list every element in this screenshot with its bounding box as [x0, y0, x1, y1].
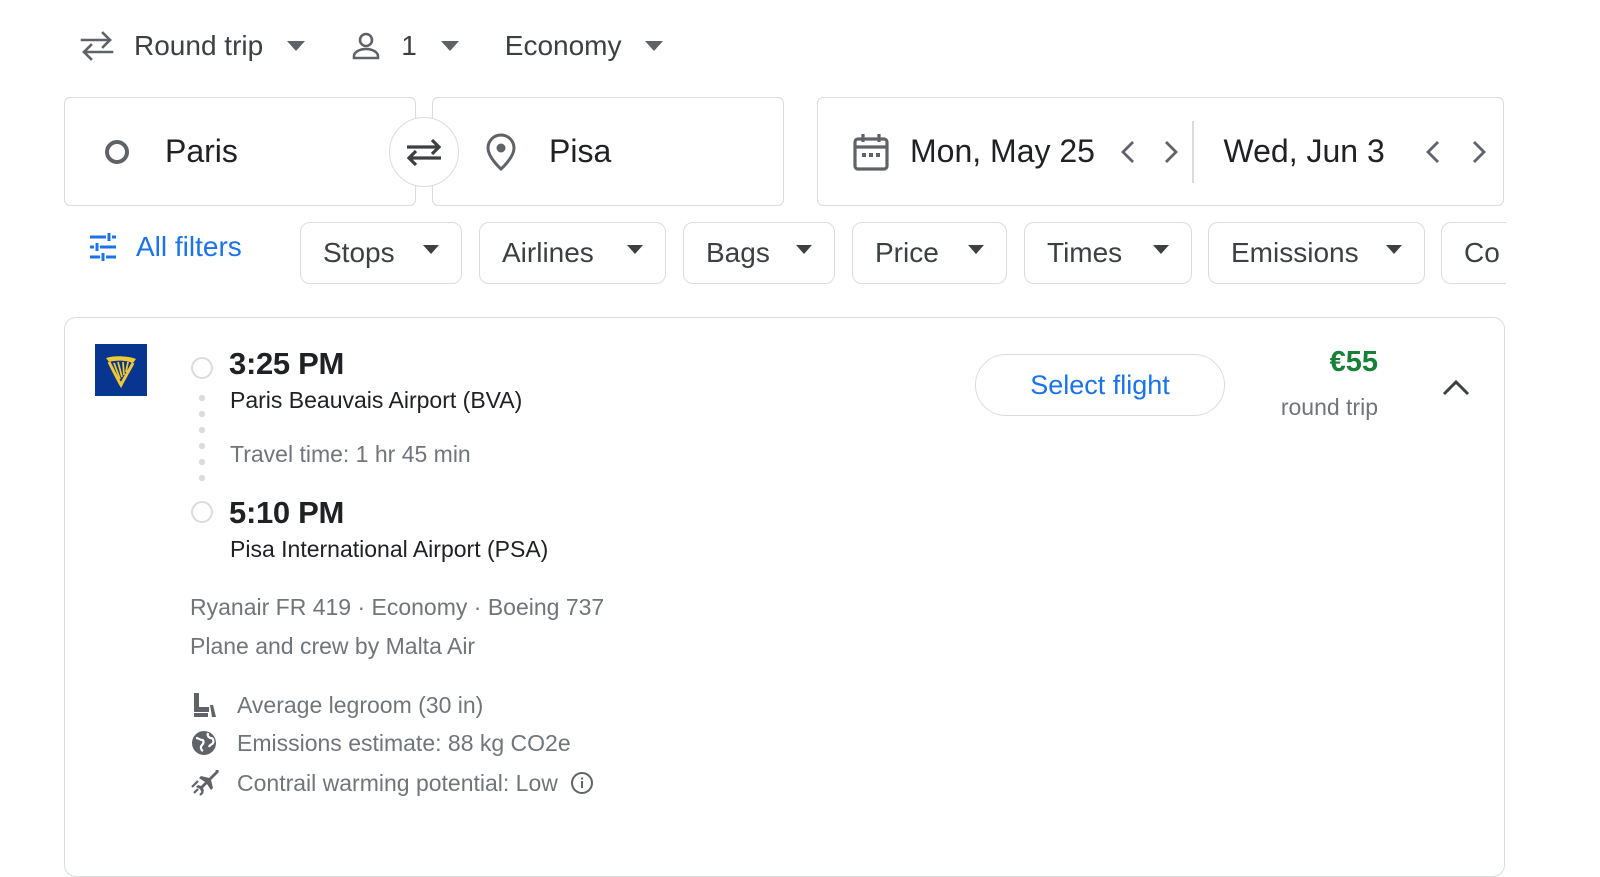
- destination-field[interactable]: Pisa: [432, 97, 784, 206]
- trip-options-row: Round trip 1 Economy: [80, 24, 709, 68]
- timeline-line: [199, 390, 205, 490]
- filter-chip-label: Airlines: [502, 237, 594, 268]
- filter-chip-airlines[interactable]: Airlines: [479, 222, 666, 284]
- depart-date-value: Mon, May 25: [910, 133, 1095, 169]
- arrival-airport: Pisa International Airport (PSA): [230, 536, 549, 562]
- passenger-count: 1: [401, 30, 417, 61]
- tune-sliders-icon: [88, 233, 118, 261]
- all-filters-label: All filters: [136, 231, 242, 262]
- filter-chip-label: Price: [875, 237, 939, 268]
- origin-field[interactable]: Paris: [64, 97, 416, 206]
- travel-time: Travel time: 1 hr 45 min: [230, 441, 471, 467]
- amenity-text: Contrail warming potential: Low: [237, 769, 558, 796]
- filter-chip-connecting[interactable]: Co: [1441, 222, 1506, 284]
- filter-chip-times[interactable]: Times: [1024, 222, 1192, 284]
- return-prev-day-button[interactable]: [1410, 140, 1456, 164]
- trip-type-label: Round trip: [134, 30, 264, 61]
- filter-chip-label: Times: [1047, 237, 1123, 268]
- price: €55: [1329, 346, 1378, 378]
- filter-chip-bags[interactable]: Bags: [683, 222, 835, 284]
- legroom-seat-icon: [190, 691, 222, 719]
- amenity-contrail: Contrail warming potential: Low: [190, 769, 594, 797]
- departure-time: 3:25 PM: [229, 346, 345, 381]
- destination-value: Pisa: [549, 133, 612, 169]
- swap-arrows-icon: [80, 31, 114, 61]
- caret-down-icon: [287, 41, 306, 51]
- caret-down-icon: [423, 245, 439, 254]
- amenity-emissions: Emissions estimate: 88 kg CO2e: [190, 729, 571, 757]
- filter-chip-price[interactable]: Price: [852, 222, 1007, 284]
- departure-airport: Paris Beauvais Airport (BVA): [230, 387, 523, 413]
- amenity-text: Emissions estimate: 88 kg CO2e: [237, 729, 571, 756]
- filter-chip-label: Co: [1464, 237, 1500, 268]
- passengers-dropdown[interactable]: 1: [351, 24, 459, 68]
- operator-note: Plane and crew by Malta Air: [190, 633, 476, 659]
- caret-down-icon: [796, 245, 812, 254]
- filter-chip-emissions[interactable]: Emissions: [1208, 222, 1425, 284]
- return-date-field[interactable]: Wed, Jun 3: [1194, 98, 1504, 205]
- cabin-class-dropdown[interactable]: Economy: [505, 24, 664, 68]
- all-filters-button[interactable]: All filters: [88, 231, 242, 263]
- swap-locations-button[interactable]: [389, 117, 459, 187]
- return-next-day-button[interactable]: [1456, 140, 1502, 164]
- origin-circle-icon: [103, 138, 131, 166]
- ryanair-harp-icon: [95, 344, 147, 396]
- arrival-time: 5:10 PM: [229, 495, 345, 530]
- swap-arrows-icon: [403, 136, 445, 168]
- filter-chip-stops[interactable]: Stops: [300, 222, 462, 284]
- amenity-text: Average legroom (30 in): [237, 691, 484, 718]
- info-icon[interactable]: [570, 771, 594, 795]
- caret-down-icon: [1153, 245, 1169, 254]
- calendar-icon: [852, 132, 890, 172]
- filter-chip-label: Bags: [706, 237, 770, 268]
- caret-down-icon: [1386, 245, 1402, 254]
- departure-dot: [191, 357, 213, 379]
- cabin-class-label: Economy: [504, 30, 622, 61]
- person-icon: [351, 31, 381, 61]
- caret-down-icon: [627, 245, 643, 254]
- filters-row: All filters Stops Airlines Bags Price Ti…: [0, 221, 1506, 285]
- filter-chip-label: Emissions: [1231, 237, 1359, 268]
- location-pin-icon: [485, 132, 517, 171]
- depart-date-field[interactable]: Mon, May 25: [818, 98, 1192, 205]
- depart-next-day-button[interactable]: [1149, 140, 1192, 164]
- caret-down-icon: [645, 41, 664, 51]
- depart-prev-day-button[interactable]: [1106, 140, 1149, 164]
- arrival-dot: [191, 501, 213, 523]
- select-flight-button[interactable]: Select flight: [975, 354, 1225, 416]
- flight-details: Ryanair FR 419 · Economy · Boeing 737: [190, 594, 605, 620]
- origin-value: Paris: [165, 133, 238, 169]
- trip-type-dropdown[interactable]: Round trip: [80, 24, 306, 68]
- dates-field: Mon, May 25 Wed, Jun 3: [817, 97, 1504, 206]
- globe-icon: [190, 729, 222, 757]
- caret-down-icon: [440, 41, 459, 51]
- chevron-up-icon: [1442, 380, 1470, 396]
- amenity-legroom: Average legroom (30 in): [190, 691, 483, 719]
- return-date-value: Wed, Jun 3: [1223, 133, 1385, 169]
- contrail-plane-icon: [190, 769, 222, 797]
- filter-chip-label: Stops: [323, 237, 395, 268]
- caret-down-icon: [968, 245, 984, 254]
- collapse-details-button[interactable]: [1432, 366, 1480, 410]
- price-note: round trip: [1280, 394, 1378, 420]
